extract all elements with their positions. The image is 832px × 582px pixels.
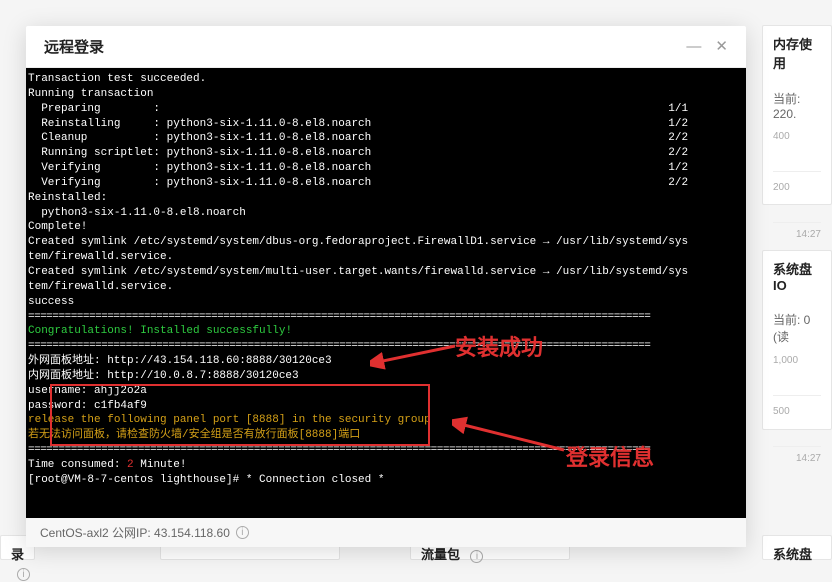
terminal-line: 内网面板地址: http://10.0.8.7:8888/30120ce3 [28,369,744,384]
terminal-line: Cleanup : python3-six-1.11.0-8.el8.noarc… [28,131,744,146]
chart-placeholder [773,368,821,396]
terminal-line: Verifying : python3-six-1.11.0-8.el8.noa… [28,176,744,191]
info-icon: i [470,550,483,563]
close-icon[interactable]: ✕ [715,39,728,54]
remote-login-modal: 远程登录 — ✕ Transaction test succeeded.Runn… [26,26,746,547]
terminal-line: ========================================… [28,339,744,354]
terminal-line: Preparing : 1/1 [28,102,744,117]
terminal-line: tem/firewalld.service. [28,280,744,295]
terminal-line: [root@VM-8-7-centos lighthouse]# * Conne… [28,473,744,488]
panel-title: 系统盘IO [773,259,821,293]
minimize-icon[interactable]: — [686,39,701,54]
terminal-line: Running transaction [28,87,744,102]
panel-current-value: 当前: 220. [773,90,821,121]
panel-current-value: 当前: 0 (读 [773,311,821,345]
terminal-line: username: ahjj2o2a [28,384,744,399]
modal-title: 远程登录 [44,36,104,57]
terminal-line: Running scriptlet: python3-six-1.11.0-8.… [28,146,744,161]
terminal-line: Reinstalled: [28,191,744,206]
terminal-line: Created symlink /etc/systemd/system/mult… [28,265,744,280]
terminal-line: tem/firewalld.service. [28,250,744,265]
terminal-line: 若无法访问面板，请检查防火墙/安全组是否有放行面板[8888]端口 [28,428,744,443]
terminal-line: Time consumed: 2 Minute! [28,458,744,473]
terminal-line: ========================================… [28,443,744,458]
footer-host-info: CentOS-axl2 公网IP: 43.154.118.60 [40,524,230,541]
panel-disk-io: 系统盘IO 当前: 0 (读 1,000 500 14:27 [762,250,832,430]
terminal-line: Complete! [28,220,744,235]
modal-footer: CentOS-axl2 公网IP: 43.154.118.60 i [26,518,746,547]
terminal-line: python3-six-1.11.0-8.el8.noarch [28,206,744,221]
panel-title: 内存使用 [773,34,821,72]
terminal-line: Transaction test succeeded. [28,72,744,87]
chart-placeholder [773,144,821,172]
panel-memory-usage: 内存使用 当前: 220. 400 200 14:27 [762,25,832,205]
info-icon: i [17,568,30,581]
info-icon[interactable]: i [236,526,249,539]
terminal-line: 外网面板地址: http://43.154.118.60:8888/30120c… [28,354,744,369]
tab-system-disk[interactable]: 系统盘 [762,535,832,560]
terminal-line: success [28,295,744,310]
terminal-line: Created symlink /etc/systemd/system/dbus… [28,235,744,250]
terminal-line: release the following panel port [8888] … [28,413,744,428]
terminal-output[interactable]: Transaction test succeeded.Running trans… [26,68,746,518]
terminal-line: Reinstalling : python3-six-1.11.0-8.el8.… [28,117,744,132]
terminal-line: ========================================… [28,310,744,325]
terminal-line: Verifying : python3-six-1.11.0-8.el8.noa… [28,161,744,176]
terminal-line: password: c1fb4af9 [28,399,744,414]
terminal-line: Congratulations! Installed successfully! [28,324,744,339]
modal-header: 远程登录 — ✕ [26,26,746,68]
